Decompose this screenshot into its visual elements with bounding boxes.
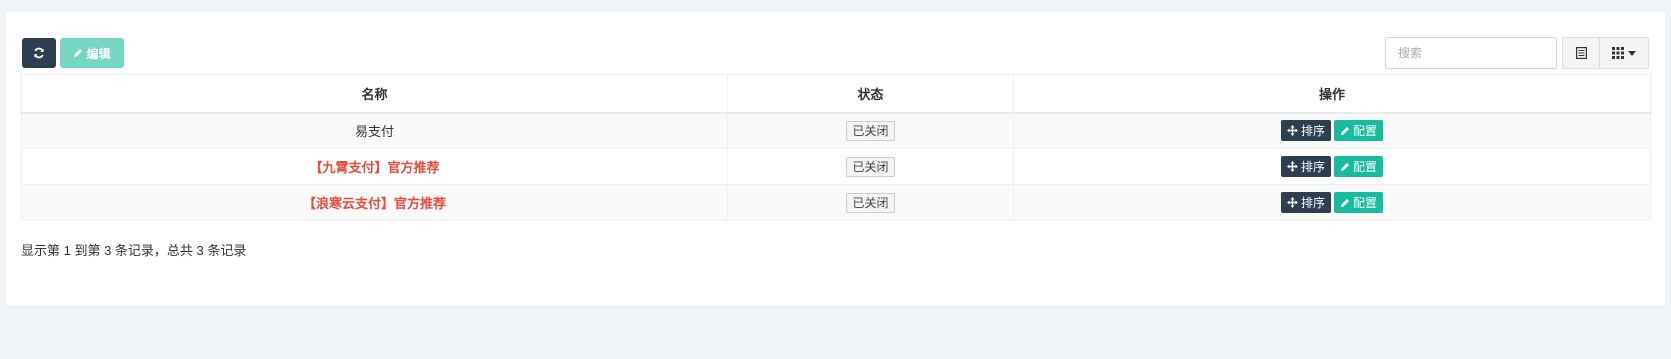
sort-button[interactable]: 排序 [1280,192,1331,213]
status-badge[interactable]: 已关闭 [846,156,895,177]
pencil-icon [1340,126,1350,136]
caret-down-icon [1628,50,1636,56]
config-button[interactable]: 配置 [1334,156,1384,177]
table-header-row: 名称 状态 操作 [21,74,1651,114]
column-header-actions[interactable]: 操作 [1013,74,1651,114]
content-panel: 编辑 搜索 名称 状态 操作 易支付 已关闭 排序 配置 【九霄支付】官方推荐 … [6,12,1665,306]
columns-dropdown-button[interactable] [1600,37,1649,69]
toggle-view-button[interactable] [1562,37,1600,69]
config-label: 配置 [1353,196,1378,210]
search-input[interactable] [1385,37,1557,69]
edit-button-label: 编辑 [86,46,111,61]
list-view-icon [1575,47,1587,59]
sort-button[interactable]: 排序 [1280,156,1331,177]
pencil-icon [73,48,83,58]
edit-button[interactable]: 编辑 [60,38,124,68]
sort-label: 排序 [1300,196,1325,210]
sort-button[interactable]: 排序 [1280,120,1331,142]
row-actions: 排序 配置 [1013,184,1651,221]
move-icon [1286,161,1298,172]
refresh-button[interactable] [22,38,56,68]
row-status: 已关闭 [727,112,1014,149]
table-row: 【九霄支付】官方推荐 已关闭 排序 配置 [21,148,1651,185]
move-icon [1286,125,1298,137]
pagination-info: 显示第 1 到第 3 条记录，总共 3 条记录 [21,243,247,258]
status-badge[interactable]: 已关闭 [846,120,895,141]
payment-name: 【浪寒云支付】官方推荐 [302,196,446,211]
row-status: 已关闭 [727,148,1014,185]
row-name: 【九霄支付】官方推荐 [21,148,728,185]
row-name: 易支付 [21,112,728,149]
config-label: 配置 [1353,124,1378,139]
sort-label: 排序 [1300,124,1325,139]
pencil-icon [1340,198,1350,208]
table-row: 【浪寒云支付】官方推荐 已关闭 排序 配置 [21,184,1651,221]
row-actions: 排序 配置 [1013,112,1651,149]
config-button[interactable]: 配置 [1334,120,1384,142]
row-name: 【浪寒云支付】官方推荐 [21,184,728,221]
refresh-icon [33,47,45,59]
grid-icon [1612,47,1624,59]
data-table: 名称 状态 操作 易支付 已关闭 排序 配置 【九霄支付】官方推荐 已关闭 排序… [21,74,1651,221]
config-label: 配置 [1353,160,1378,174]
row-actions: 排序 配置 [1013,148,1651,185]
toolbar-left: 编辑 [22,38,124,68]
column-header-status[interactable]: 状态 [727,74,1014,114]
config-button[interactable]: 配置 [1334,192,1384,213]
move-icon [1286,197,1298,208]
pencil-icon [1340,162,1350,172]
status-badge[interactable]: 已关闭 [846,192,895,213]
row-status: 已关闭 [727,184,1014,221]
sort-label: 排序 [1300,160,1325,174]
column-header-name[interactable]: 名称 [21,74,728,114]
table-row: 易支付 已关闭 排序 配置 [21,112,1651,149]
payment-name: 【九霄支付】官方推荐 [309,160,440,175]
toolbar-right [1385,37,1649,69]
payment-name: 易支付 [354,124,394,140]
